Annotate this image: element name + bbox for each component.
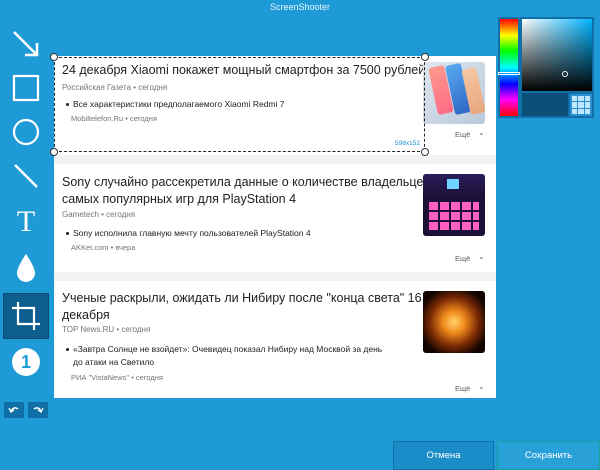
- news-card[interactable]: Ученые раскрыли, ожидать ли Нибиру после…: [54, 281, 496, 398]
- related-source-name: Mobiltelefon.Ru: [71, 114, 124, 123]
- selection-handle[interactable]: [50, 53, 58, 61]
- news-headline[interactable]: 24 декабря Xiaomi покажет мощный смартфо…: [62, 62, 425, 79]
- arrow-icon: [13, 31, 39, 57]
- source-name: Российская Газета: [62, 83, 132, 92]
- tool-panel: T 1: [0, 18, 52, 428]
- bullet-icon: [66, 103, 69, 107]
- color-picker: [498, 17, 594, 118]
- related-link[interactable]: Sony исполнила главную мечту пользовател…: [66, 227, 311, 240]
- news-source: TOP News.RU • сегодня: [62, 325, 151, 334]
- source-time: сегодня: [106, 210, 136, 219]
- chevron-down-icon[interactable]: ⌄: [478, 128, 485, 137]
- related-title: Все характеристики предполагаемого Xiaom…: [73, 99, 285, 109]
- blur-tool[interactable]: [4, 246, 48, 290]
- headline-line: Sony случайно рассекретила данные о коли…: [62, 175, 430, 189]
- related-title-line: до атаки на Светило: [73, 357, 155, 367]
- more-button[interactable]: Ещё: [455, 254, 470, 263]
- ellipse-tool[interactable]: [4, 110, 48, 154]
- news-headline[interactable]: Sony случайно рассекретила данные о коли…: [62, 174, 430, 208]
- selected-color-swatch: [522, 93, 568, 116]
- source-time: сегодня: [121, 325, 151, 334]
- selection-handle[interactable]: [421, 53, 429, 61]
- number-tool[interactable]: 1: [4, 340, 48, 384]
- news-thumbnail[interactable]: [423, 291, 485, 353]
- news-headline[interactable]: Ученые раскрыли, ожидать ли Нибиру после…: [62, 290, 422, 324]
- number-badge-label: 1: [20, 351, 31, 372]
- related-source: Mobiltelefon.Ru • сегодня: [71, 114, 157, 123]
- window-title: ScreenShooter: [269, 2, 331, 12]
- cancel-button[interactable]: Отмена: [393, 441, 494, 470]
- line-icon: [14, 164, 38, 188]
- more-button[interactable]: Ещё: [455, 384, 470, 393]
- undo-icon: [8, 407, 19, 413]
- related-source-name: AKKet.com: [71, 243, 109, 252]
- headline-line: Ученые раскрыли, ожидать ли Нибиру после…: [62, 291, 422, 305]
- related-title: «Завтра Солнце не взойдет»: Очевидец пок…: [73, 344, 383, 354]
- source-name: TOP News.RU: [62, 325, 115, 334]
- undo-button[interactable]: [4, 402, 24, 418]
- droplet-icon: [17, 254, 35, 282]
- news-thumbnail[interactable]: [423, 174, 485, 236]
- chevron-down-icon[interactable]: ⌄: [478, 382, 485, 391]
- related-time: сегодня: [135, 373, 163, 382]
- related-title: Sony исполнила главную мечту пользовател…: [73, 228, 311, 238]
- text-tool[interactable]: T: [4, 200, 48, 244]
- screenshot-canvas[interactable]: 24 декабря Xiaomi покажет мощный смартфо…: [54, 56, 496, 398]
- headline-line: декабря: [62, 308, 110, 322]
- text-icon: T: [16, 205, 36, 238]
- news-source: Gametech • сегодня: [62, 210, 136, 219]
- selection-handle[interactable]: [421, 148, 429, 156]
- news-source: Российская Газета • сегодня: [62, 83, 168, 92]
- rectangle-tool[interactable]: [4, 66, 48, 110]
- related-source: РИА "VistaNews" • сегодня: [71, 373, 163, 382]
- arrow-tool[interactable]: [4, 22, 48, 66]
- bullet-icon: [66, 348, 69, 352]
- news-thumbnail[interactable]: [423, 62, 485, 124]
- line-tool[interactable]: [4, 154, 48, 198]
- chevron-down-icon[interactable]: ⌄: [478, 252, 485, 261]
- related-link[interactable]: «Завтра Солнце не взойдет»: Очевидец пок…: [66, 343, 382, 369]
- related-source-name: РИА "VistaNews": [71, 373, 130, 382]
- save-button[interactable]: Сохранить: [497, 441, 600, 470]
- circle-icon: [12, 118, 40, 146]
- more-button[interactable]: Ещё: [455, 130, 470, 139]
- selection-size-label: 598x152: [395, 140, 420, 147]
- crop-icon: [12, 302, 40, 330]
- history-controls: [4, 402, 48, 418]
- color-grid-button[interactable]: [570, 94, 592, 116]
- saturation-value-field[interactable]: [522, 19, 592, 91]
- news-card[interactable]: 24 декабря Xiaomi покажет мощный смартфо…: [54, 56, 496, 155]
- hue-marker[interactable]: [498, 72, 520, 75]
- related-time: вчера: [115, 243, 136, 252]
- color-cursor[interactable]: [562, 71, 568, 77]
- bullet-icon: [66, 232, 69, 236]
- news-card[interactable]: Sony случайно рассекретила данные о коли…: [54, 164, 496, 272]
- related-source: AKKet.com • вчера: [71, 243, 136, 252]
- redo-button[interactable]: [28, 402, 48, 418]
- source-time: сегодня: [138, 83, 168, 92]
- source-name: Gametech: [62, 210, 99, 219]
- hue-slider[interactable]: [500, 19, 518, 116]
- related-link[interactable]: Все характеристики предполагаемого Xiaom…: [66, 98, 284, 111]
- crop-tool[interactable]: [3, 293, 49, 339]
- headline-line: самых популярных игр для PlayStation 4: [62, 192, 297, 206]
- related-time: сегодня: [129, 114, 157, 123]
- card-divider: [54, 272, 496, 281]
- redo-icon: [33, 407, 44, 413]
- number-badge-icon: 1: [12, 348, 40, 376]
- card-divider: [54, 155, 496, 164]
- rectangle-icon: [12, 74, 40, 102]
- selection-handle[interactable]: [50, 148, 58, 156]
